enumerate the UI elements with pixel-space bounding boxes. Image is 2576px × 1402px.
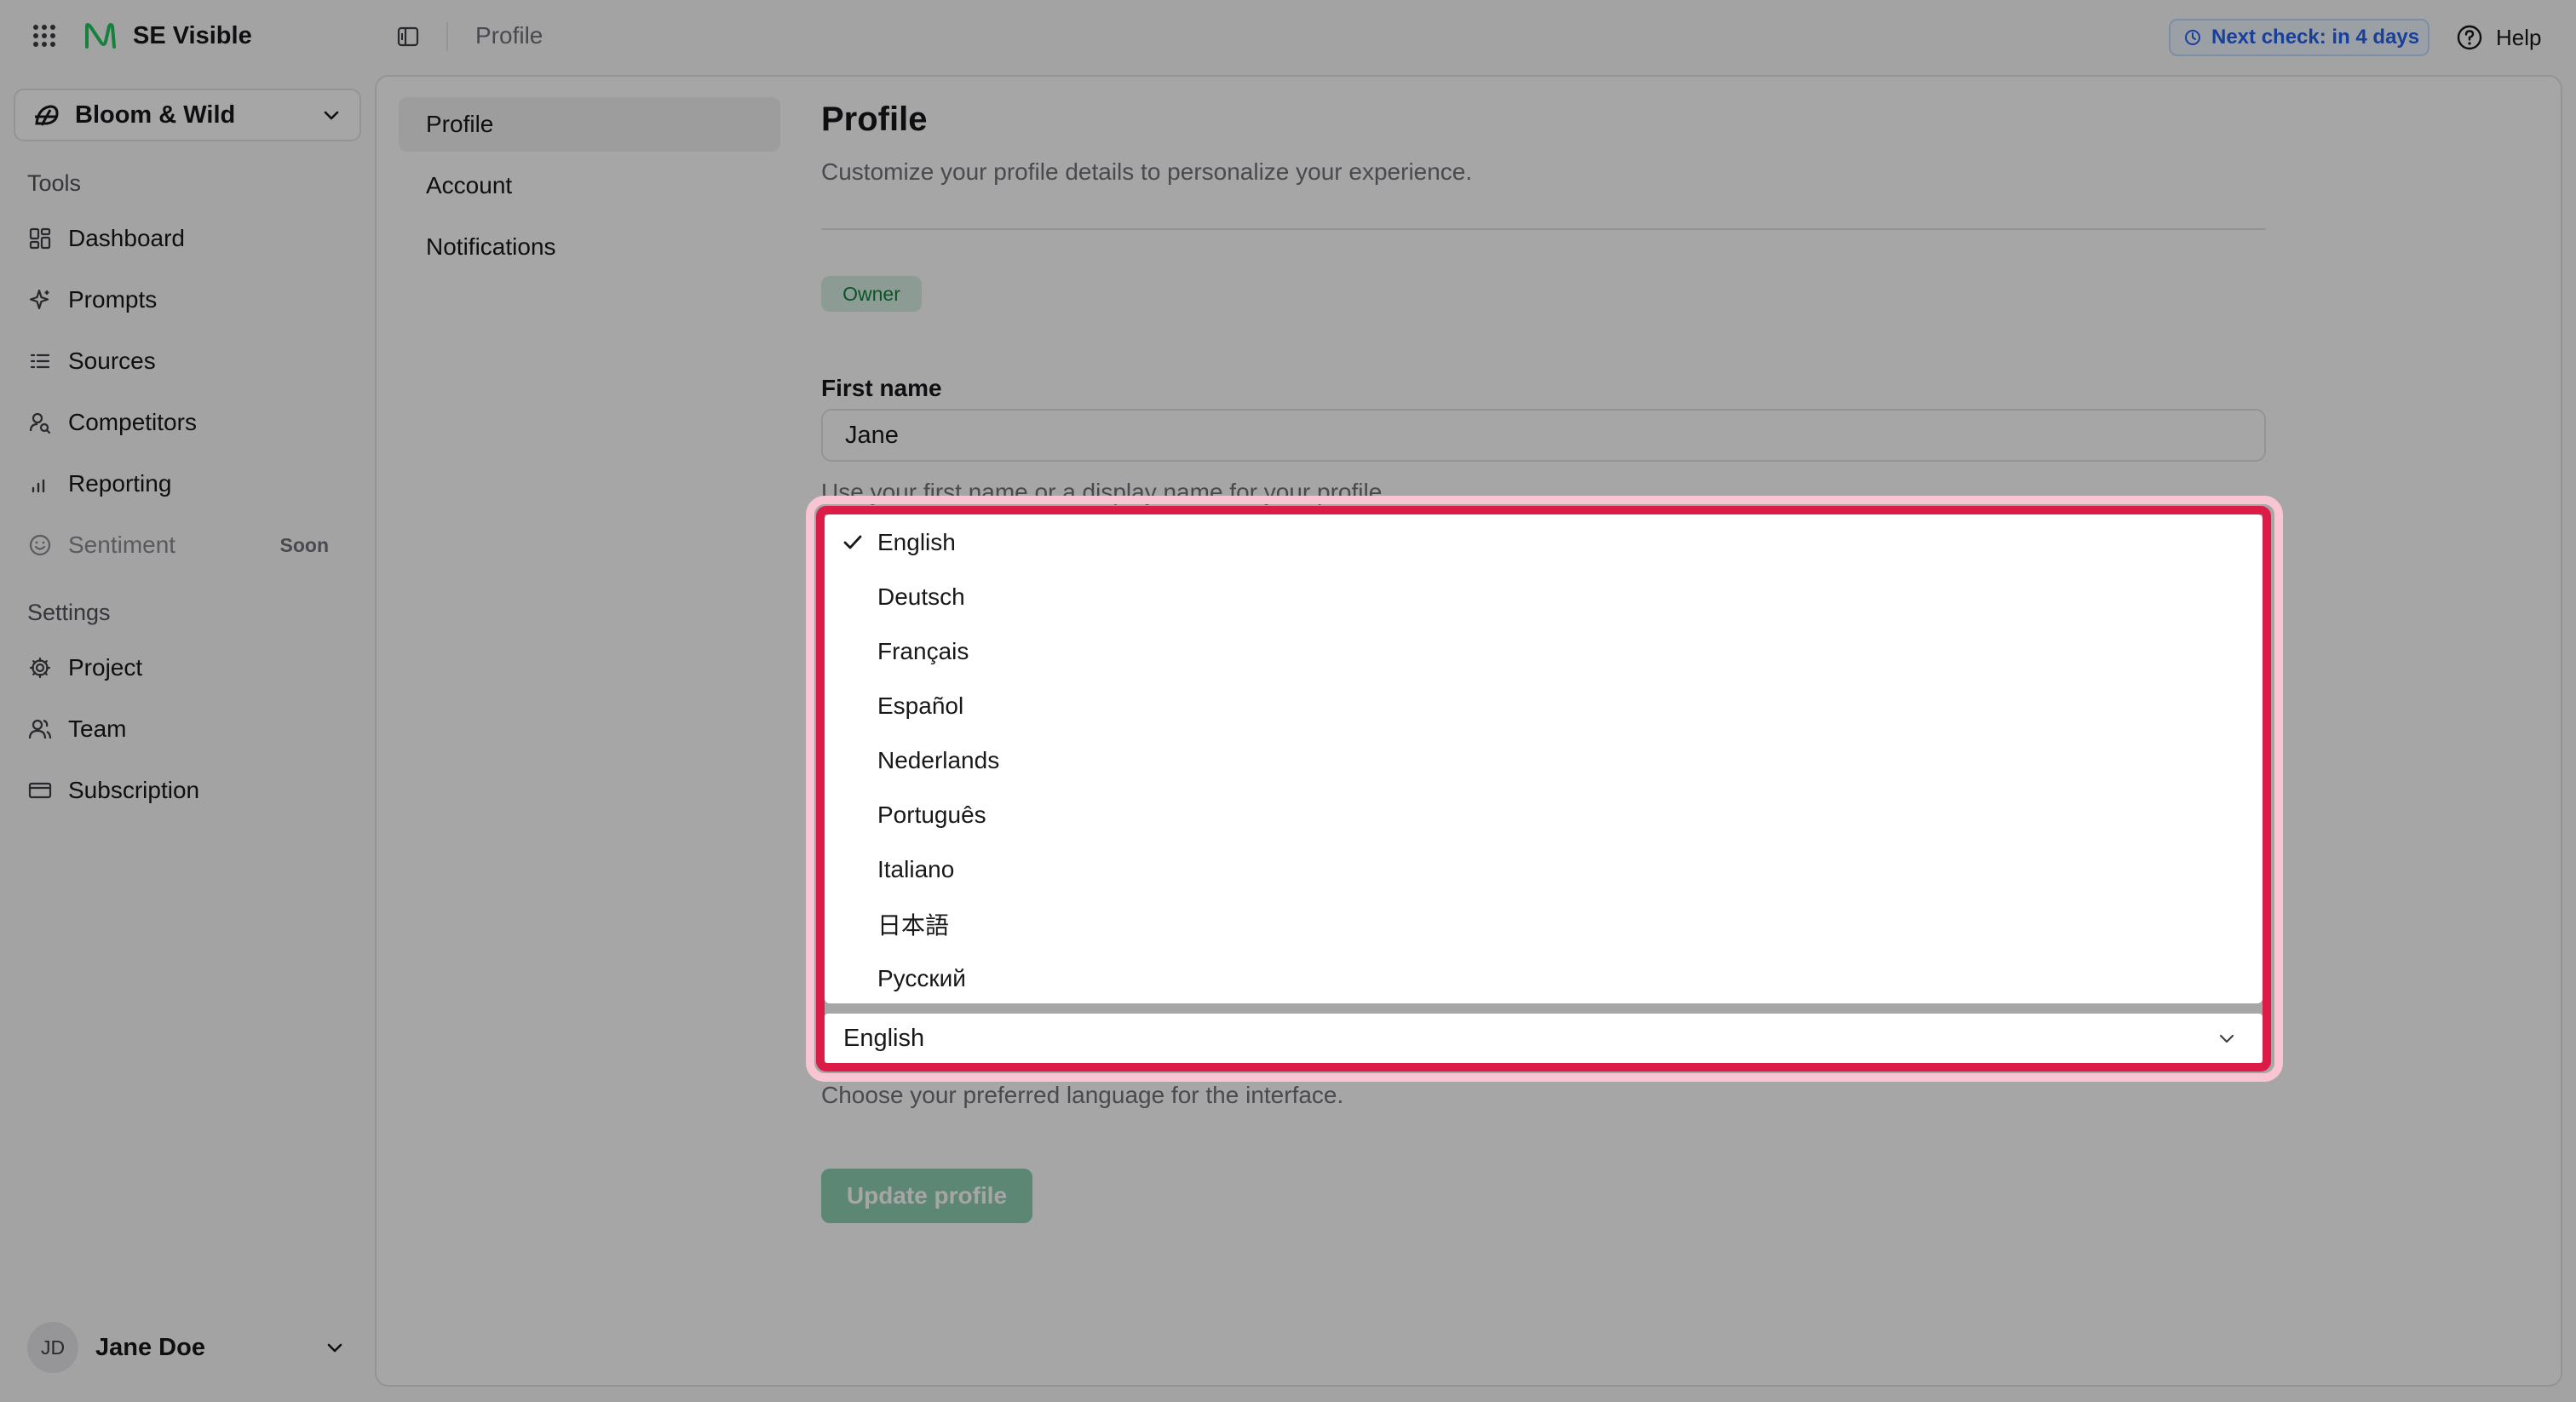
language-select-value: English: [843, 1024, 925, 1052]
language-option-english[interactable]: English: [825, 516, 2263, 569]
check-icon: [840, 530, 865, 555]
option-label: Nederlands: [877, 747, 1000, 773]
language-option-japanese[interactable]: 日本語: [825, 898, 2263, 951]
option-label: Français: [877, 638, 969, 664]
language-option-portugues[interactable]: Português: [825, 789, 2263, 842]
chevron-down-icon: [2210, 1021, 2244, 1055]
option-label: Deutsch: [877, 583, 965, 610]
app-root: SE Visible Bloom & Wild Tools Dashboard: [0, 0, 2576, 1402]
language-option-italiano[interactable]: Italiano: [825, 843, 2263, 896]
option-label: Русский: [877, 965, 966, 991]
option-label: Español: [877, 692, 964, 719]
language-option-francais[interactable]: Français: [825, 625, 2263, 678]
language-option-russian[interactable]: Русский: [825, 952, 2263, 1005]
option-label: Português: [877, 802, 986, 828]
option-label: English: [877, 529, 956, 555]
language-option-espanol[interactable]: Español: [825, 680, 2263, 733]
language-select[interactable]: English: [825, 1014, 2263, 1063]
option-label: 日本語: [877, 911, 950, 939]
language-option-nederlands[interactable]: Nederlands: [825, 734, 2263, 787]
option-label: Italiano: [877, 856, 955, 882]
language-dropdown-menu: English Deutsch Français Español Nederla…: [825, 514, 2263, 1003]
language-option-deutsch[interactable]: Deutsch: [825, 571, 2263, 623]
